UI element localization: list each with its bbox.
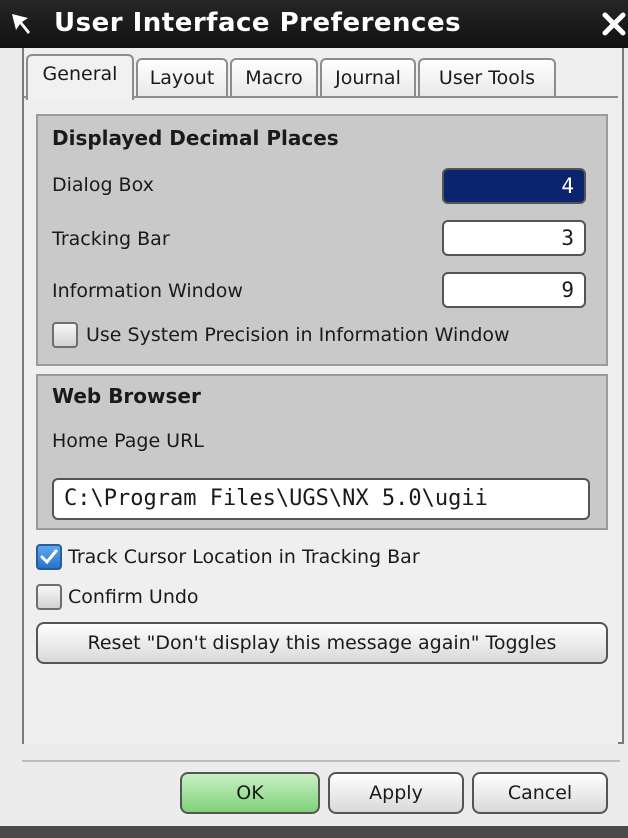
dialog-box-label: Dialog Box [52, 174, 154, 196]
window-bottom-edge [0, 826, 628, 838]
system-precision-label: Use System Precision in Information Wind… [86, 324, 510, 346]
close-icon[interactable] [600, 10, 628, 38]
web-browser-title: Web Browser [52, 384, 201, 408]
home-page-label: Home Page URL [52, 430, 204, 452]
tracking-bar-label: Tracking Bar [52, 228, 170, 250]
cancel-button[interactable]: Cancel [472, 772, 608, 814]
track-cursor-checkbox[interactable] [36, 544, 62, 570]
confirm-undo-checkbox[interactable] [36, 584, 62, 610]
pin-icon[interactable] [8, 10, 36, 38]
information-window-label: Information Window [52, 280, 243, 302]
ok-button[interactable]: OK [180, 772, 320, 814]
window-title: User Interface Preferences [54, 8, 462, 38]
tab-layout[interactable]: Layout [136, 58, 228, 96]
confirm-undo-label: Confirm Undo [68, 586, 199, 608]
tab-macro[interactable]: Macro [230, 58, 318, 96]
decimal-places-title: Displayed Decimal Places [52, 126, 339, 150]
home-page-url-input[interactable]: C:\Program Files\UGS\NX 5.0\ugii [52, 478, 590, 520]
track-cursor-label: Track Cursor Location in Tracking Bar [68, 546, 420, 568]
separator [22, 760, 620, 762]
apply-button[interactable]: Apply [328, 772, 464, 814]
information-window-field[interactable]: 9 [442, 272, 586, 308]
dialog-box-field[interactable]: 4 [442, 168, 586, 204]
tab-general[interactable]: General [26, 54, 134, 100]
tab-journal[interactable]: Journal [320, 58, 416, 96]
checkmark-icon [40, 549, 58, 565]
system-precision-checkbox[interactable] [52, 322, 78, 348]
tracking-bar-field[interactable]: 3 [442, 220, 586, 256]
reset-toggles-button[interactable]: Reset "Don't display this message again"… [36, 622, 608, 664]
title-bar: User Interface Preferences [0, 0, 628, 48]
tab-user-tools[interactable]: User Tools [418, 58, 556, 96]
